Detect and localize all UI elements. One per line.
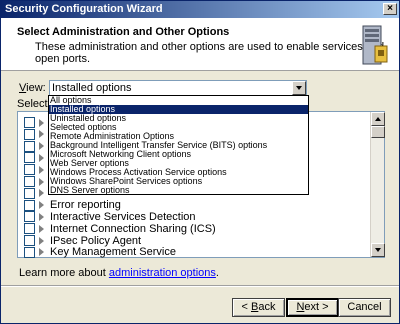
expand-arrow-icon[interactable] xyxy=(39,142,44,151)
dropdown-option[interactable]: Installed options xyxy=(49,105,308,114)
page-subtitle: These administration and other options a… xyxy=(35,41,385,65)
wizard-header: Select Administration and Other Options … xyxy=(1,18,399,71)
learn-more-text: Learn more about administration options. xyxy=(19,267,219,279)
next-button[interactable]: Next > xyxy=(286,298,339,317)
page-title: Select Administration and Other Options xyxy=(17,26,230,38)
expand-arrow-icon[interactable] xyxy=(39,201,44,210)
close-button[interactable]: × xyxy=(383,3,397,15)
view-combobox[interactable]: Installed options xyxy=(49,80,307,96)
back-button[interactable]: < Back xyxy=(232,298,285,317)
expand-arrow-icon[interactable] xyxy=(39,177,44,186)
title-bar[interactable]: Security Configuration Wizard × xyxy=(1,1,399,18)
view-combobox-value: Installed options xyxy=(52,82,132,94)
expand-arrow-icon[interactable] xyxy=(39,189,44,198)
server-icon xyxy=(362,25,388,65)
scroll-up-button[interactable] xyxy=(371,112,385,126)
expand-arrow-icon[interactable] xyxy=(39,118,44,127)
dropdown-option[interactable]: Windows Process Activation Service optio… xyxy=(49,168,308,177)
expand-arrow-icon[interactable] xyxy=(39,248,44,257)
view-label: View: xyxy=(19,82,46,94)
dropdown-option[interactable]: Microsoft Networking Client options xyxy=(49,150,308,159)
wizard-window: Security Configuration Wizard × Select A… xyxy=(0,0,400,324)
dropdown-option[interactable]: Windows SharePoint Services options xyxy=(49,177,308,186)
expand-arrow-icon[interactable] xyxy=(39,236,44,245)
vertical-scrollbar[interactable] xyxy=(370,112,385,257)
cancel-button[interactable]: Cancel xyxy=(338,298,391,317)
option-checkbox[interactable] xyxy=(24,246,35,258)
administration-options-link[interactable]: administration options xyxy=(109,267,216,279)
footer-separator xyxy=(1,285,399,287)
chevron-down-icon[interactable] xyxy=(292,81,306,95)
scroll-down-button[interactable] xyxy=(371,243,385,257)
list-item[interactable]: Key Management Service xyxy=(24,245,364,260)
dropdown-option[interactable]: Remote Administration Options xyxy=(49,132,308,141)
dropdown-option[interactable]: Background Intelligent Transfer Service … xyxy=(49,141,308,150)
expand-arrow-icon[interactable] xyxy=(39,165,44,174)
expand-arrow-icon[interactable] xyxy=(39,224,44,233)
expand-arrow-icon[interactable] xyxy=(39,153,44,162)
dropdown-option[interactable]: Web Server options xyxy=(49,159,308,168)
dropdown-option[interactable]: DNS Server options xyxy=(49,186,308,195)
expand-arrow-icon[interactable] xyxy=(39,212,44,221)
window-title: Security Configuration Wizard xyxy=(5,3,163,15)
dropdown-option[interactable]: Selected options xyxy=(49,123,308,132)
scroll-thumb[interactable] xyxy=(371,126,385,138)
list-item-label: Key Management Service xyxy=(50,246,176,259)
dropdown-option[interactable]: Uninstalled options xyxy=(49,114,308,123)
view-dropdown-list[interactable]: All options Installed options Uninstalled … xyxy=(48,95,309,195)
expand-arrow-icon[interactable] xyxy=(39,130,44,139)
dropdown-option[interactable]: All options xyxy=(49,96,308,105)
